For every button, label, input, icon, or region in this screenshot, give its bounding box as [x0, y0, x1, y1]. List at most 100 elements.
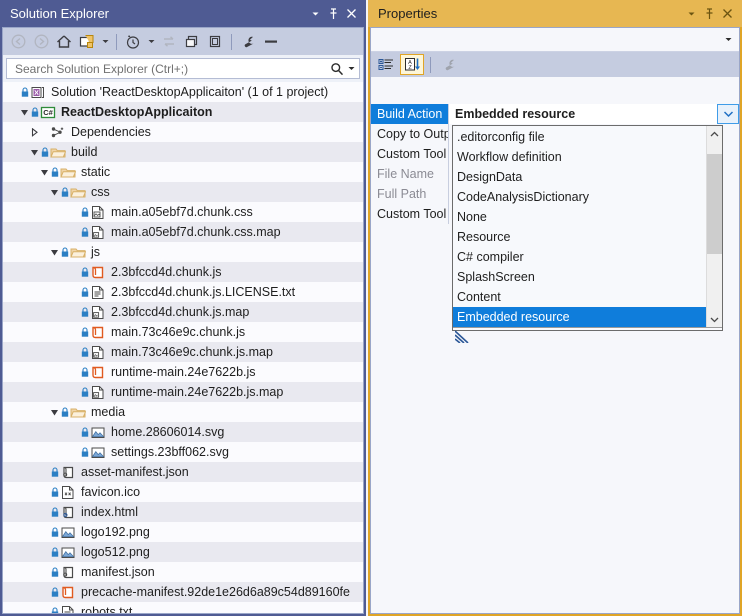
tree-twisty-placeholder: [67, 322, 81, 342]
dropdown-option[interactable]: C# compiler: [453, 247, 706, 267]
tree-item[interactable]: Solution 'ReactDesktopApplicaiton' (1 of…: [3, 82, 363, 102]
chevron-down-icon[interactable]: [707, 311, 722, 327]
dropdown-options[interactable]: .editorconfig file Workflow definition Des…: [453, 126, 706, 327]
pin-icon[interactable]: [324, 4, 342, 24]
tree-item-label: asset-manifest.json: [81, 465, 189, 479]
json-file-icon: [59, 464, 76, 480]
dropdown-option[interactable]: DesignData: [453, 167, 706, 187]
dropdown-option[interactable]: Workflow definition: [453, 147, 706, 167]
tree-item-label: logo512.png: [81, 545, 150, 559]
search-options-chevron-down-icon[interactable]: [346, 65, 357, 72]
dropdown-option[interactable]: None: [453, 207, 706, 227]
categorized-button[interactable]: [374, 54, 398, 75]
tree-item[interactable]: main.73c46e9c.chunk.js.map: [3, 342, 363, 362]
solution-tree[interactable]: Solution 'ReactDesktopApplicaiton' (1 of…: [3, 82, 363, 613]
dropdown-option[interactable]: Resource: [453, 227, 706, 247]
tree-item[interactable]: 2.3bfccd4d.chunk.js.map: [3, 302, 363, 322]
filter-dropdown-arrow[interactable]: [99, 31, 111, 53]
search-icon[interactable]: [328, 62, 346, 76]
tree-item-label: settings.23bff062.svg: [111, 445, 229, 459]
tree-item[interactable]: css: [3, 182, 363, 202]
expand-collapse-expanded-icon[interactable]: [47, 242, 61, 262]
tree-item[interactable]: build: [3, 142, 363, 162]
tree-item[interactable]: index.html: [3, 502, 363, 522]
dropdown-menu-icon[interactable]: [306, 4, 324, 24]
source-control-lock-icon: [81, 386, 89, 398]
tree-item-label: ReactDesktopApplicaiton: [61, 105, 213, 119]
refresh-button[interactable]: [181, 31, 203, 53]
tree-item[interactable]: main.73c46e9c.chunk.js: [3, 322, 363, 342]
tree-item[interactable]: precache-manifest.92de1e26d6a89c54d89160…: [3, 582, 363, 602]
property-value[interactable]: Embedded resource: [449, 104, 717, 124]
tree-item[interactable]: runtime-main.24e7622b.js: [3, 362, 363, 382]
tree-item[interactable]: logo192.png: [3, 522, 363, 542]
tree-item[interactable]: C# ReactDesktopApplicaiton: [3, 102, 363, 122]
tree-item-label: 2.3bfccd4d.chunk.js.map: [111, 305, 250, 319]
resize-grip-icon[interactable]: [454, 330, 471, 346]
forward-button[interactable]: [30, 31, 52, 53]
expand-collapse-collapsed-icon[interactable]: [27, 122, 41, 142]
dropdown-menu-icon[interactable]: [682, 4, 700, 24]
dropdown-option[interactable]: Embedded resource: [453, 307, 706, 327]
property-value-chevron-down-icon[interactable]: [717, 104, 739, 124]
scrollbar-thumb[interactable]: [707, 154, 722, 254]
dropdown-option[interactable]: .editorconfig file: [453, 127, 706, 147]
solution-explorer-body: Solution 'ReactDesktopApplicaiton' (1 of…: [2, 27, 364, 614]
tree-item[interactable]: media: [3, 402, 363, 422]
pin-icon[interactable]: [700, 4, 718, 24]
search-box[interactable]: [6, 58, 360, 79]
expand-collapse-expanded-icon[interactable]: [17, 102, 31, 122]
tree-item[interactable]: main.a05ebf7d.chunk.css: [3, 202, 363, 222]
pending-changes-filter-button[interactable]: [76, 31, 98, 53]
tree-item[interactable]: 2.3bfccd4d.chunk.js.LICENSE.txt: [3, 282, 363, 302]
tree-item[interactable]: main.a05ebf7d.chunk.css.map: [3, 222, 363, 242]
property-row[interactable]: Build Action Embedded resource: [371, 104, 739, 124]
properties-button[interactable]: [237, 31, 259, 53]
tree-item[interactable]: manifest.json: [3, 562, 363, 582]
sync-with-active-document-button[interactable]: [122, 31, 144, 53]
tree-twisty-placeholder: [67, 302, 81, 322]
tree-item[interactable]: settings.23bff062.svg: [3, 442, 363, 462]
preview-selected-items-button[interactable]: [260, 31, 282, 53]
home-button[interactable]: [53, 31, 75, 53]
tree-item[interactable]: static: [3, 162, 363, 182]
close-icon[interactable]: [342, 4, 360, 24]
pending-changes-dropdown-arrow[interactable]: [145, 31, 157, 53]
tree-item[interactable]: 2.3bfccd4d.chunk.js: [3, 262, 363, 282]
sync-button[interactable]: [158, 31, 180, 53]
properties-object-selector[interactable]: [371, 28, 739, 52]
tree-item[interactable]: logo512.png: [3, 542, 363, 562]
build-action-dropdown[interactable]: .editorconfig file Workflow definition Des…: [452, 125, 723, 344]
tree-item-label: Dependencies: [71, 125, 151, 139]
tree-twisty-placeholder: [67, 262, 81, 282]
tree-item[interactable]: robots.txt: [3, 602, 363, 613]
dropdown-option[interactable]: SplashScreen: [453, 267, 706, 287]
tree-item[interactable]: runtime-main.24e7622b.js.map: [3, 382, 363, 402]
dropdown-option[interactable]: Content: [453, 287, 706, 307]
properties-panel: Properties A Z Build Action Embedded res…: [368, 0, 742, 616]
property-name: Build Action: [371, 104, 449, 124]
show-all-files-button[interactable]: [204, 31, 226, 53]
expand-collapse-expanded-icon[interactable]: [47, 182, 61, 202]
dropdown-scrollbar[interactable]: [706, 126, 722, 327]
alphabetical-sort-button[interactable]: A Z: [400, 54, 424, 75]
tree-twisty-placeholder: [37, 542, 51, 562]
tree-item[interactable]: js: [3, 242, 363, 262]
close-icon[interactable]: [718, 4, 736, 24]
tree-item[interactable]: asset-manifest.json: [3, 462, 363, 482]
tree-item[interactable]: Dependencies: [3, 122, 363, 142]
chevron-up-icon[interactable]: [707, 126, 722, 142]
dropdown-option[interactable]: CodeAnalysisDictionary: [453, 187, 706, 207]
dropdown-list[interactable]: .editorconfig file Workflow definition Des…: [453, 126, 722, 327]
property-pages-button[interactable]: [437, 54, 461, 75]
expand-collapse-expanded-icon[interactable]: [47, 402, 61, 422]
tree-item[interactable]: favicon.ico: [3, 482, 363, 502]
expand-collapse-expanded-icon[interactable]: [37, 162, 51, 182]
expand-collapse-expanded-icon[interactable]: [27, 142, 41, 162]
tree-item[interactable]: home.28606014.svg: [3, 422, 363, 442]
source-control-lock-icon: [61, 246, 69, 258]
back-button[interactable]: [7, 31, 29, 53]
text-file-icon: [59, 604, 76, 613]
object-selector-chevron-down-icon[interactable]: [724, 33, 733, 47]
search-input[interactable]: [13, 60, 328, 77]
